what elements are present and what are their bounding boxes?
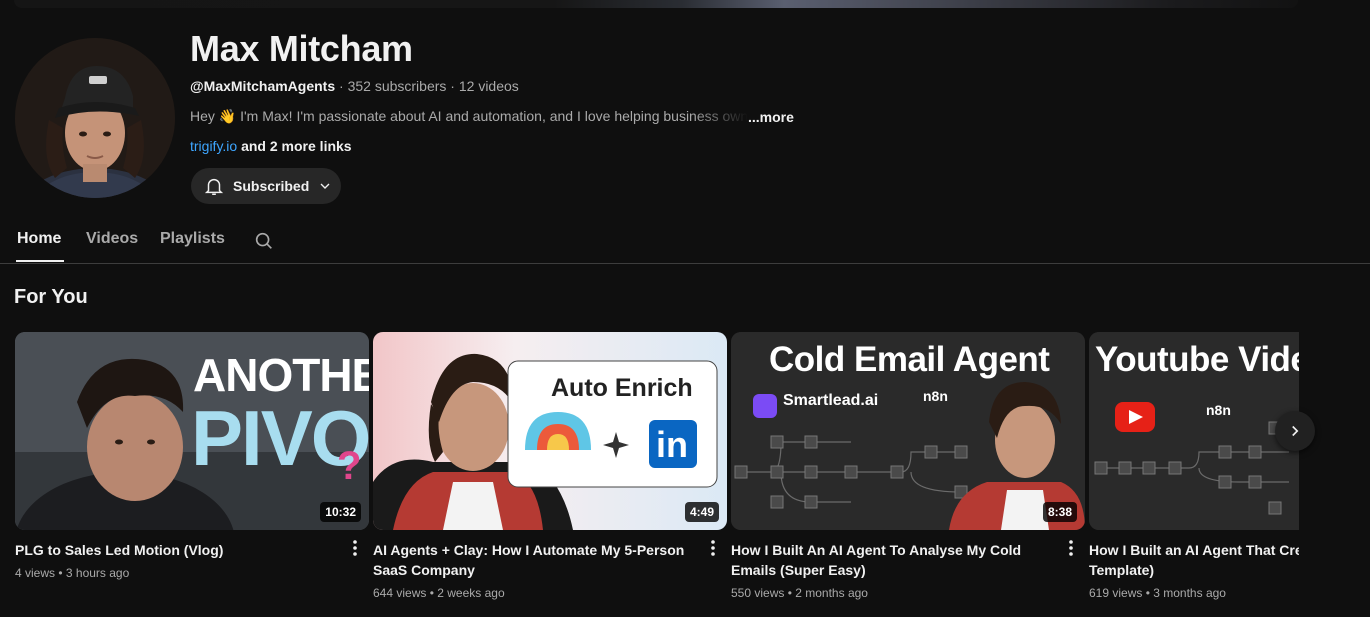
duration-badge: 4:49: [684, 502, 719, 522]
video-thumbnail[interactable]: Cold Email Agent Smartlead.ai n8n 8:38: [731, 332, 1085, 530]
description-text: Hey 👋 I'm Max! I'm passionate about AI a…: [190, 108, 748, 124]
channel-meta: @MaxMitchamAgents · 352 subscribers · 12…: [190, 78, 519, 94]
thumb-text-1: ANOTHER: [193, 349, 369, 401]
subscribed-button[interactable]: Subscribed: [191, 168, 341, 204]
thumb-text-1: Auto Enrich: [551, 374, 693, 402]
video-shelf: ANOTHER PIVOT ? 10:32 PLG to Sales Led M…: [0, 320, 1299, 617]
duration-badge: 8:38: [1042, 502, 1077, 522]
meta-separator: ·: [339, 78, 348, 94]
channel-banner: [14, 0, 1298, 8]
bell-icon: [204, 178, 224, 195]
video-count: 12 videos: [458, 78, 519, 94]
upload-age: 3 hours ago: [65, 566, 130, 580]
upload-age: 2 months ago: [795, 586, 868, 600]
channel-handle: @MaxMitchamAgents: [190, 78, 336, 94]
subscriber-count: 352 subscribers: [347, 78, 447, 94]
video-stats: 550 views • 2 months ago: [731, 586, 868, 600]
video-thumbnail[interactable]: Auto Enrich in 4:49: [373, 332, 727, 530]
more-link[interactable]: ...more: [748, 109, 794, 125]
thumb-text-1: Youtube Video: [1095, 340, 1299, 379]
video-card[interactable]: Youtube Video n8n How I Built an AI Agen…: [1089, 332, 1299, 600]
shelf-next-button[interactable]: [1275, 411, 1315, 451]
upload-age: 3 months ago: [1153, 586, 1226, 600]
video-stats: 644 views • 2 weeks ago: [373, 586, 505, 600]
video-thumbnail[interactable]: ANOTHER PIVOT ? 10:32: [15, 332, 369, 530]
active-tab-indicator: [16, 260, 64, 262]
thumb-text-2: Smartlead.ai: [783, 392, 879, 409]
channel-description[interactable]: Hey 👋 I'm Max! I'm passionate about AI a…: [190, 108, 794, 125]
more-links[interactable]: and 2 more links: [241, 138, 351, 154]
tab-videos[interactable]: Videos: [86, 230, 138, 248]
video-thumbnail[interactable]: Youtube Video n8n: [1089, 332, 1299, 530]
video-title[interactable]: How I Built An AI Agent To Analyse My Co…: [731, 540, 1059, 580]
thumb-text-1: Cold Email Agent: [769, 340, 1050, 379]
meta-separator: ·: [450, 78, 459, 94]
primary-link[interactable]: trigify.io: [190, 138, 237, 154]
search-icon[interactable]: [253, 230, 275, 252]
view-count: 4 views: [15, 566, 56, 580]
video-card[interactable]: ANOTHER PIVOT ? 10:32 PLG to Sales Led M…: [15, 332, 369, 580]
thumb-text-3: n8n: [923, 388, 948, 404]
section-title: For You: [14, 286, 88, 308]
duration-badge: 10:32: [320, 502, 361, 522]
video-title[interactable]: How I Built an AI Agent That Creates Ide…: [1089, 540, 1299, 580]
upload-age: 2 weeks ago: [437, 586, 505, 600]
video-title[interactable]: AI Agents + Clay: How I Automate My 5-Pe…: [373, 540, 701, 580]
channel-name: Max Mitcham: [190, 28, 413, 69]
channel-avatar[interactable]: [15, 38, 175, 198]
video-card[interactable]: Cold Email Agent Smartlead.ai n8n 8:38 H…: [731, 332, 1085, 600]
video-card[interactable]: Auto Enrich in 4:49 AI Agents + Clay: Ho…: [373, 332, 727, 600]
chevron-right-icon: [1292, 425, 1299, 437]
video-stats: 4 views • 3 hours ago: [15, 566, 130, 580]
tab-home[interactable]: Home: [17, 230, 61, 248]
view-count: 619 views: [1089, 586, 1143, 600]
video-title[interactable]: PLG to Sales Led Motion (Vlog): [15, 540, 343, 560]
channel-links: trigify.io and 2 more links: [190, 138, 352, 154]
channel-tabs: Home Videos Playlists: [0, 222, 1370, 264]
more-options-icon[interactable]: [1063, 538, 1079, 558]
view-count: 550 views: [731, 586, 785, 600]
thumb-text-2: in: [656, 424, 688, 465]
subscribed-label: Subscribed: [233, 178, 310, 194]
more-options-icon[interactable]: [705, 538, 721, 558]
tab-playlists[interactable]: Playlists: [160, 230, 225, 248]
view-count: 644 views: [373, 586, 427, 600]
thumb-text-3: ?: [337, 444, 362, 488]
thumb-text-2: n8n: [1206, 402, 1231, 418]
video-stats: 619 views • 3 months ago: [1089, 586, 1226, 600]
chevron-down-icon: [320, 183, 330, 189]
more-options-icon[interactable]: [347, 538, 363, 558]
